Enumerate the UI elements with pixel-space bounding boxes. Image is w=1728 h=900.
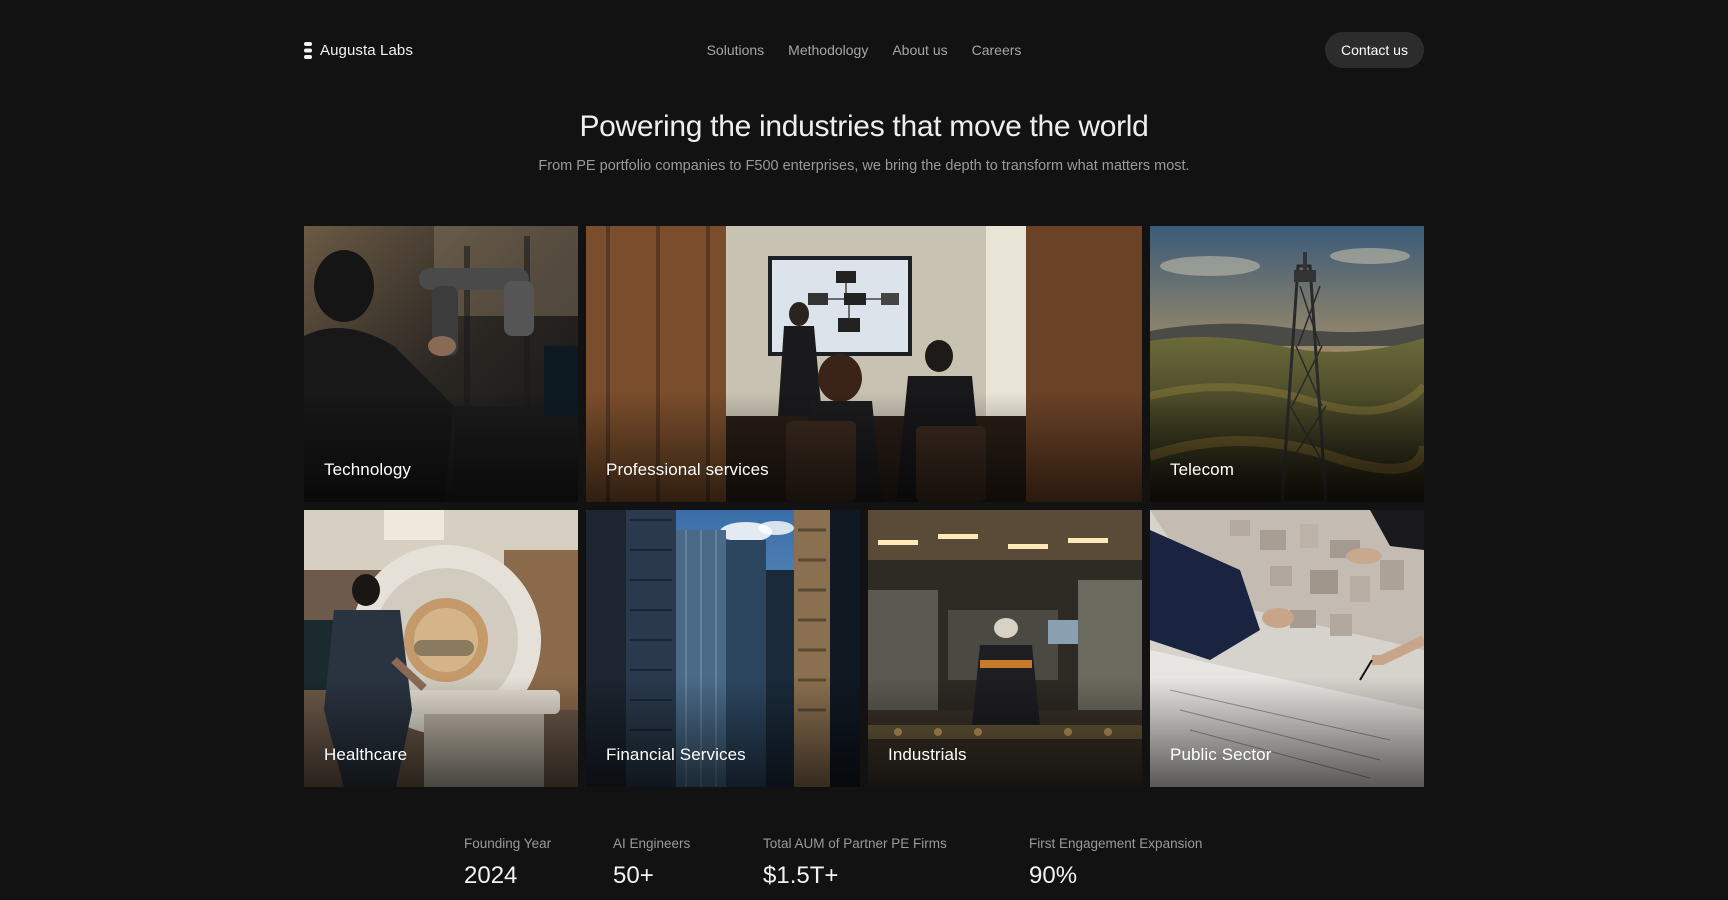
stat-ai-engineers: AI Engineers 50+ (613, 836, 690, 890)
industry-label: Healthcare (324, 745, 408, 764)
brand-name: Augusta Labs (320, 41, 413, 59)
brand-logo-link[interactable]: Augusta Labs (304, 32, 413, 68)
industry-card-telecom[interactable]: Telecom (1150, 226, 1424, 502)
industry-label: Financial Services (606, 745, 746, 764)
stat-value: 50+ (613, 862, 654, 889)
site-header: Augusta Labs Solutions Methodology About… (304, 32, 1424, 68)
nav-solutions[interactable]: Solutions (707, 42, 765, 58)
stat-label: First Engagement Expansion (1029, 836, 1203, 851)
nav-methodology[interactable]: Methodology (788, 42, 868, 58)
stat-value: $1.5T+ (763, 862, 839, 889)
industry-label: Professional services (606, 460, 769, 479)
stat-label: AI Engineers (613, 836, 691, 851)
industry-card-technology[interactable]: Technology (304, 226, 578, 502)
stats-row: Founding Year 2024 AI Engineers 50+ Tota… (464, 836, 1364, 900)
page: Augusta Labs Solutions Methodology About… (0, 0, 1728, 900)
industry-card-industrials[interactable]: Industrials (868, 510, 1142, 787)
card-shade (1150, 677, 1424, 787)
industry-label: Telecom (1170, 460, 1235, 479)
nav-careers[interactable]: Careers (972, 42, 1022, 58)
industry-card-financial-services[interactable]: Financial Services (586, 510, 860, 787)
card-shade (304, 677, 578, 787)
stat-total-aum: Total AUM of Partner PE Firms $1.5T+ (763, 836, 947, 890)
main-nav: Solutions Methodology About us Careers (304, 32, 1424, 68)
stat-founding-year: Founding Year 2024 (464, 836, 551, 890)
industry-card-healthcare[interactable]: Healthcare (304, 510, 578, 787)
industry-card-professional-services[interactable]: Professional services (586, 226, 1142, 502)
card-shade (1150, 392, 1424, 502)
card-shade (586, 677, 860, 787)
card-shade (868, 677, 1142, 787)
industry-label: Technology (324, 460, 412, 479)
stat-value: 2024 (464, 862, 518, 889)
card-shade (586, 392, 1142, 502)
hero-subtitle: From PE portfolio companies to F500 ente… (538, 158, 1190, 174)
stat-label: Total AUM of Partner PE Firms (763, 836, 947, 851)
nav-about-us[interactable]: About us (892, 42, 947, 58)
contact-us-button[interactable]: Contact us (1325, 32, 1424, 68)
industry-card-public-sector[interactable]: Public Sector (1150, 510, 1424, 787)
industries-grid: Technology Professional services Telecom… (304, 226, 1424, 787)
stacked-dots-logo-icon (304, 41, 312, 59)
stat-value: 90% (1029, 862, 1078, 889)
stat-label: Founding Year (464, 836, 552, 851)
stat-first-engagement-expansion: First Engagement Expansion 90% (1029, 836, 1202, 890)
hero-title: Powering the industries that move the wo… (579, 110, 1149, 143)
industry-label: Industrials (888, 745, 967, 764)
industry-label: Public Sector (1170, 745, 1272, 764)
card-shade (304, 392, 578, 502)
